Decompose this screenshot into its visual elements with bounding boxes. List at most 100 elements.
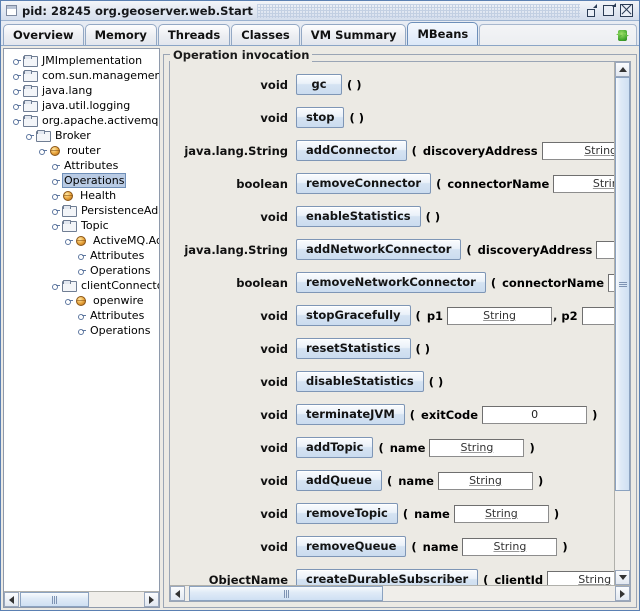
- tree-collapse-handle-icon[interactable]: [75, 323, 88, 338]
- operations-vertical-scrollbar[interactable]: [614, 62, 630, 585]
- scroll-right-arrow[interactable]: [144, 592, 159, 607]
- tree-node-attributes[interactable]: Attributes: [4, 308, 159, 323]
- tree-node-topic[interactable]: Topic: [4, 218, 159, 233]
- tab-memory[interactable]: Memory: [85, 24, 157, 45]
- tree-collapse-handle-icon[interactable]: [49, 188, 62, 203]
- tree-collapse-handle-icon[interactable]: [49, 158, 62, 173]
- operation-button-stop[interactable]: stop: [296, 107, 344, 128]
- tree-node-health[interactable]: Health: [4, 188, 159, 203]
- scroll-left-arrow[interactable]: [170, 586, 185, 601]
- operation-param-input[interactable]: String: [438, 472, 533, 490]
- tree-collapse-handle-icon[interactable]: [10, 68, 23, 83]
- operation-button-addNetworkConnector[interactable]: addNetworkConnector: [296, 239, 461, 260]
- tree-node-operations[interactable]: Operations: [4, 173, 159, 188]
- tree-node-org-apache-activemq[interactable]: org.apache.activemq: [4, 113, 159, 128]
- operation-param-input[interactable]: String: [553, 175, 614, 193]
- tab-classes[interactable]: Classes: [231, 24, 299, 45]
- maximize-button[interactable]: [602, 4, 615, 17]
- tree-expand-handle-icon[interactable]: [36, 143, 49, 158]
- operation-param-name: name: [389, 441, 430, 455]
- operation-param-input[interactable]: String: [582, 307, 614, 325]
- mbean-icon: [75, 295, 88, 307]
- scroll-right-arrow[interactable]: [615, 586, 630, 601]
- minimize-button[interactable]: [584, 4, 597, 17]
- operation-param-input[interactable]: String: [447, 307, 552, 325]
- tree-expand-handle-icon[interactable]: [62, 233, 75, 248]
- tree-collapse-handle-icon[interactable]: [75, 308, 88, 323]
- tree-expand-handle-icon[interactable]: [23, 128, 36, 143]
- tab-threads[interactable]: Threads: [158, 24, 230, 45]
- operation-button-removeTopic[interactable]: removeTopic: [296, 503, 398, 524]
- tree-node-jmimplementation[interactable]: JMImplementation: [4, 53, 159, 68]
- tree-expand-handle-icon[interactable]: [49, 278, 62, 293]
- tab-mbeans[interactable]: MBeans: [407, 22, 478, 45]
- expand-window-icon[interactable]: [616, 30, 629, 41]
- operation-button-removeConnector[interactable]: removeConnector: [296, 173, 431, 194]
- operation-button-createDurableSubscriber[interactable]: createDurableSubscriber: [296, 569, 478, 585]
- scroll-up-arrow[interactable]: [615, 62, 630, 77]
- operation-param-input[interactable]: String: [462, 538, 557, 556]
- operation-button-removeQueue[interactable]: removeQueue: [296, 536, 406, 557]
- tab-vm-summary[interactable]: VM Summary: [301, 24, 407, 45]
- operation-button-addQueue[interactable]: addQueue: [296, 470, 382, 491]
- operations-hscroll-thumb[interactable]: [189, 586, 383, 601]
- close-button[interactable]: [620, 4, 633, 17]
- tree-node-openwire[interactable]: openwire: [4, 293, 159, 308]
- tree-collapse-handle-icon[interactable]: [10, 83, 23, 98]
- operation-row: ObjectNamecreateDurableSubscriber(client…: [170, 563, 614, 585]
- operation-button-resetStatistics[interactable]: resetStatistics: [296, 338, 411, 359]
- tree-node-activemq-advisory[interactable]: ActiveMQ.Advisory: [4, 233, 159, 248]
- tree-horizontal-scrollbar[interactable]: [4, 591, 159, 607]
- operations-vscroll-thumb[interactable]: [615, 77, 630, 491]
- tree-collapse-handle-icon[interactable]: [10, 98, 23, 113]
- operation-button-addConnector[interactable]: addConnector: [296, 140, 407, 161]
- scroll-down-arrow[interactable]: [615, 570, 630, 585]
- operations-horizontal-scrollbar[interactable]: [170, 585, 630, 601]
- operation-button-addTopic[interactable]: addTopic: [296, 437, 373, 458]
- tree-node-persistenceadapter[interactable]: PersistenceAdapter: [4, 203, 159, 218]
- tree-node-operations[interactable]: Operations: [4, 323, 159, 338]
- tree-node-operations[interactable]: Operations: [4, 263, 159, 278]
- operations-vscroll-track[interactable]: [615, 77, 630, 570]
- tree-expand-handle-icon[interactable]: [49, 218, 62, 233]
- mbean-tree-viewport[interactable]: JMImplementationcom.sun.managementjava.l…: [4, 49, 159, 591]
- tree-node-attributes[interactable]: Attributes: [4, 158, 159, 173]
- tree-node-router[interactable]: router: [4, 143, 159, 158]
- tree-node-java-util-logging[interactable]: java.util.logging: [4, 98, 159, 113]
- tree-collapse-handle-icon[interactable]: [49, 173, 62, 188]
- tree-node-attributes[interactable]: Attributes: [4, 248, 159, 263]
- tree-hscroll-track[interactable]: [19, 592, 144, 607]
- tree-collapse-handle-icon[interactable]: [49, 203, 62, 218]
- operation-button-gc[interactable]: gc: [296, 74, 342, 95]
- operation-param-input[interactable]: String: [596, 241, 614, 259]
- operation-close-paren: ): [533, 474, 548, 488]
- tree-collapse-handle-icon[interactable]: [10, 53, 23, 68]
- operation-param-input[interactable]: String: [429, 439, 524, 457]
- tree-node-broker[interactable]: Broker: [4, 128, 159, 143]
- scroll-left-arrow[interactable]: [4, 592, 19, 607]
- operation-param-input[interactable]: 0: [482, 406, 587, 424]
- tab-overview[interactable]: Overview: [3, 24, 84, 45]
- operation-button-enableStatistics[interactable]: enableStatistics: [296, 206, 421, 227]
- tree-expand-handle-icon[interactable]: [62, 293, 75, 308]
- operation-param-input[interactable]: String: [542, 142, 614, 160]
- operation-param-name: discoveryAddress: [422, 144, 542, 158]
- operation-param-input[interactable]: String: [454, 505, 549, 523]
- operation-button-terminateJVM[interactable]: terminateJVM: [296, 404, 405, 425]
- tree-node-com-sun-management[interactable]: com.sun.management: [4, 68, 159, 83]
- tree-node-clientconnectors[interactable]: clientConnectors: [4, 278, 159, 293]
- tree-hscroll-thumb[interactable]: [20, 592, 89, 607]
- tree-node-java-lang[interactable]: java.lang: [4, 83, 159, 98]
- tree-collapse-handle-icon[interactable]: [75, 248, 88, 263]
- operation-param-input[interactable]: String: [547, 571, 614, 586]
- tree-expand-handle-icon[interactable]: [10, 113, 23, 128]
- tree-node-label: java.lang: [40, 84, 94, 97]
- operations-hscroll-track[interactable]: [185, 586, 615, 601]
- operation-param-input[interactable]: [608, 274, 614, 292]
- operation-button-disableStatistics[interactable]: disableStatistics: [296, 371, 424, 392]
- operation-open-paren: (: [407, 144, 422, 158]
- operations-viewport[interactable]: voidgc( )voidstop( )java.lang.StringaddC…: [170, 62, 614, 585]
- operation-button-stopGracefully[interactable]: stopGracefully: [296, 305, 411, 326]
- tree-collapse-handle-icon[interactable]: [75, 263, 88, 278]
- operation-button-removeNetworkConnector[interactable]: removeNetworkConnector: [296, 272, 486, 293]
